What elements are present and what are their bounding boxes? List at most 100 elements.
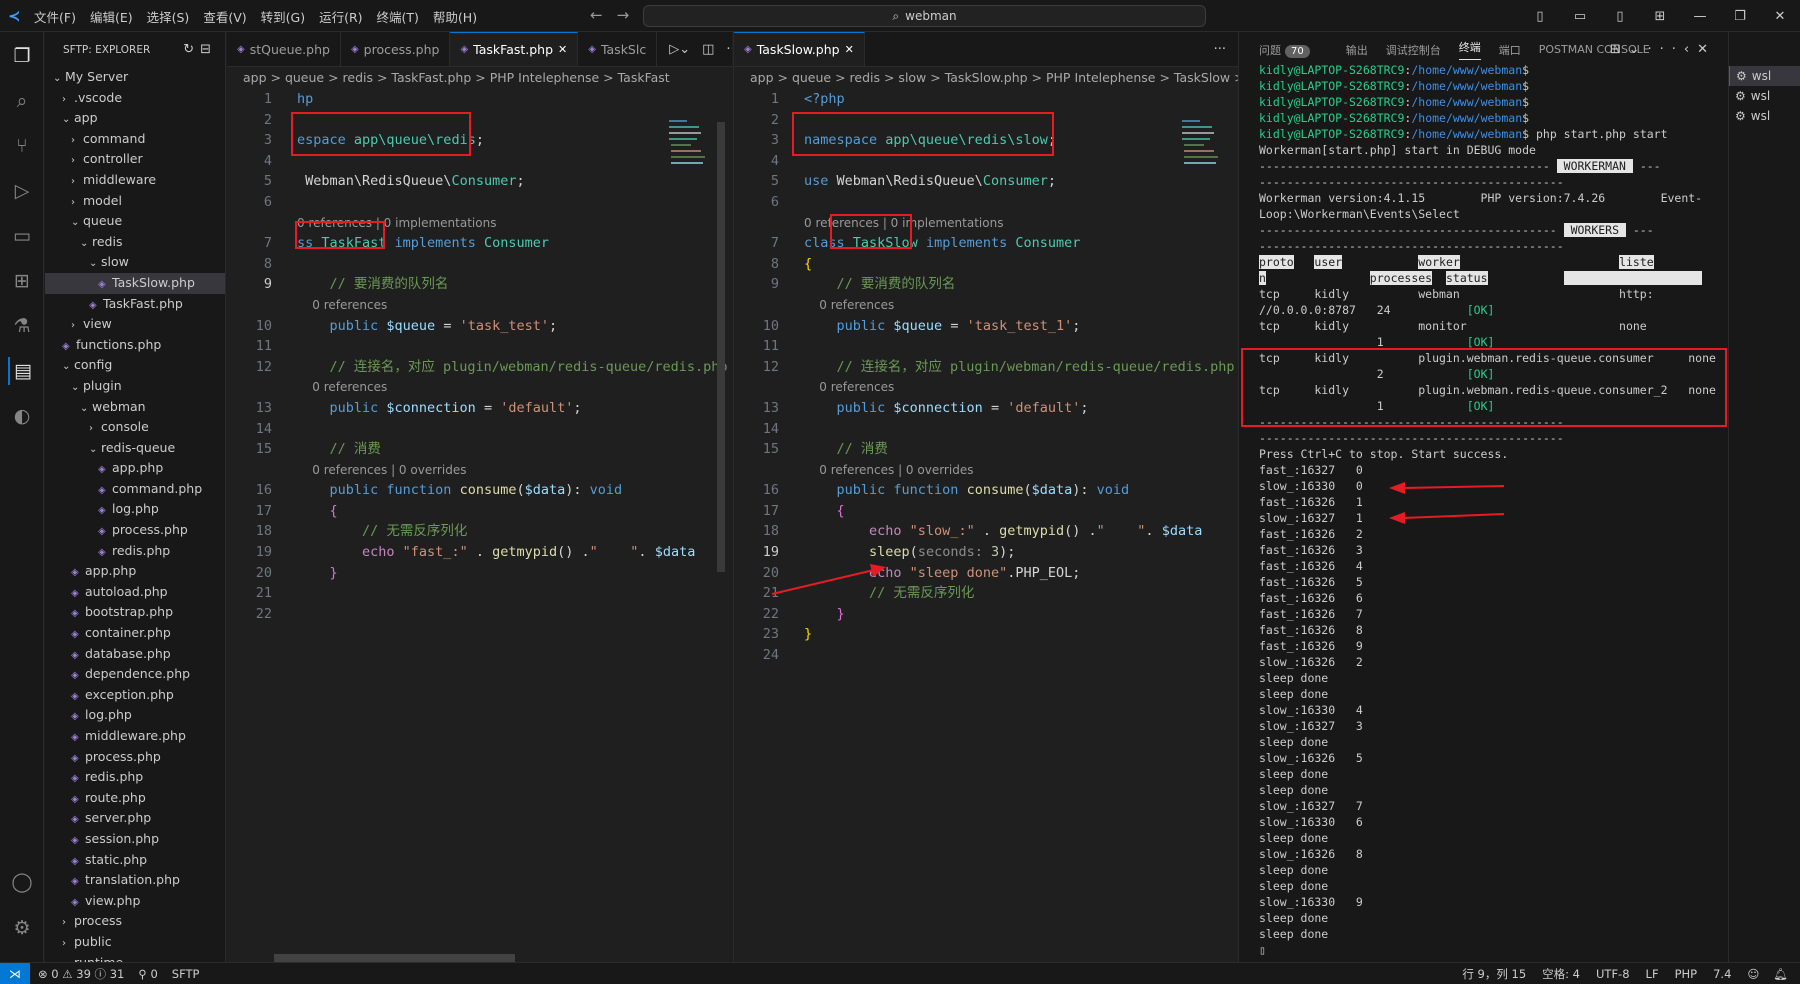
explorer-icon[interactable]: ❐ — [8, 42, 36, 70]
code-line[interactable]: 24 — [734, 645, 1238, 666]
testing-icon[interactable]: ⚗ — [8, 312, 36, 340]
code-line[interactable]: 1 <?php — [734, 89, 1238, 110]
account-icon[interactable]: ◯ — [8, 868, 36, 896]
cursor-position[interactable]: 行 9，列 15 — [1462, 966, 1526, 982]
search-view-icon[interactable]: ⌕ — [8, 87, 36, 115]
end-of-line[interactable]: LF — [1646, 967, 1659, 981]
tree-item[interactable]: ◈ database.php — [45, 644, 225, 665]
collapse-panel-icon[interactable]: ‹ — [1684, 42, 1697, 57]
more-actions-icon[interactable]: ··· — [1214, 42, 1226, 57]
code-line[interactable]: 21 — [227, 583, 732, 604]
editor-tab[interactable]: ◈ TaskSlow.php ✕ — [734, 32, 865, 66]
encoding[interactable]: UTF-8 — [1596, 967, 1630, 981]
tree-item[interactable]: ⌄ plugin — [45, 376, 225, 397]
run-debug-icon[interactable]: ▷ — [8, 177, 36, 205]
php-version[interactable]: 7.4 — [1713, 967, 1731, 981]
language-mode[interactable]: PHP — [1675, 967, 1698, 981]
source-control-icon[interactable]: ⑂ — [8, 132, 36, 160]
code-line[interactable]: 17 { — [227, 501, 732, 522]
minimap[interactable] — [667, 118, 711, 178]
code-line[interactable]: 7 class TaskSlow implements Consumer — [734, 233, 1238, 254]
codelens-text[interactable]: 0 references — [804, 377, 894, 398]
tree-item[interactable]: › middleware — [45, 170, 225, 191]
remote-indicator-icon[interactable]: ⋊ — [0, 962, 30, 984]
tree-item[interactable]: › model — [45, 191, 225, 212]
code-line[interactable]: 16 public function consume($data): void — [734, 480, 1238, 501]
panel-tab[interactable]: 问题 70 — [1259, 42, 1328, 58]
tree-item[interactable]: ◈ log.php — [45, 499, 225, 520]
tree-item[interactable]: ◈ log.php — [45, 705, 225, 726]
tree-item[interactable]: ⌄ config — [45, 355, 225, 376]
codelens[interactable]: 0 references | 0 implementations — [734, 213, 1238, 234]
tree-item[interactable]: ◈ TaskFast.php — [45, 294, 225, 315]
codelens[interactable]: 0 references — [227, 377, 732, 398]
toggle-panel-icon[interactable]: ▭ — [1560, 9, 1600, 24]
code-line[interactable]: 11 — [227, 336, 732, 357]
editor-tab[interactable]: ◈ stQueue.php — [227, 32, 341, 66]
command-center-search[interactable]: ⌕ webman — [643, 5, 1206, 27]
tree-item[interactable]: ⌄ redis-queue — [45, 438, 225, 459]
terminal-layout-icon[interactable]: ⊟⌄ — [1610, 42, 1648, 57]
code-line[interactable]: 8 — [227, 254, 732, 275]
close-window-icon[interactable]: ✕ — [1760, 9, 1800, 24]
tree-item[interactable]: ◈ middleware.php — [45, 726, 225, 747]
back-arrow-icon[interactable]: ← — [590, 6, 617, 24]
code-line[interactable]: 9 // 要消费的队列名 — [227, 274, 732, 295]
tree-item[interactable]: ◈ app.php — [45, 561, 225, 582]
codelens-text[interactable]: 0 references — [804, 295, 894, 316]
tree-item[interactable]: › public — [45, 932, 225, 953]
toggle-sidebar-icon[interactable]: ▯ — [1520, 9, 1560, 24]
terminal-instance[interactable]: ⚙ wsl — [1729, 106, 1800, 126]
code-line[interactable]: 18 // 无需反序列化 — [227, 521, 732, 542]
code-line[interactable]: 10 public $queue = 'task_test_1'; — [734, 316, 1238, 337]
notifications-bell-icon[interactable]: 🔔︎ — [1773, 967, 1788, 981]
menu-item[interactable]: 终端(T) — [371, 7, 425, 26]
indentation[interactable]: 空格: 4 — [1542, 966, 1580, 982]
tree-item[interactable]: ◈ functions.php — [45, 335, 225, 356]
terminal-instance[interactable]: ⚙ wsl — [1729, 86, 1800, 106]
tree-item[interactable]: ◈ redis.php — [45, 767, 225, 788]
code-line[interactable]: 5 Webman\RedisQueue\Consumer; — [227, 171, 732, 192]
code-line[interactable]: 8{ — [734, 254, 1238, 275]
minimize-icon[interactable]: — — [1680, 9, 1720, 24]
code-line[interactable]: 6 — [734, 192, 1238, 213]
code-line[interactable]: 12 // 连接名，对应 plugin/webman/redis-queue/r… — [227, 357, 732, 378]
settings-gear-icon[interactable]: ⚙ — [8, 914, 36, 942]
code-line[interactable]: 22 — [227, 604, 732, 625]
tree-item[interactable]: ◈ exception.php — [45, 685, 225, 706]
codelens-text[interactable]: 0 references — [297, 377, 387, 398]
tree-item[interactable]: ⌄ queue — [45, 211, 225, 232]
tree-item[interactable]: › controller — [45, 149, 225, 170]
tree-item[interactable]: › command — [45, 129, 225, 150]
codelens[interactable]: 0 references | 0 overrides — [734, 460, 1238, 481]
split-editor-icon[interactable]: ◫ — [702, 42, 714, 57]
tree-item[interactable]: ⌄ app — [45, 108, 225, 129]
editor-tab[interactable]: ◈ TaskFast.php ✕ — [450, 32, 579, 66]
codelens-text[interactable]: 0 references | 0 overrides — [297, 460, 466, 481]
code-line[interactable]: 20 } — [227, 563, 732, 584]
code-line[interactable]: 12 // 连接名，对应 plugin/webman/redis-queue/r… — [734, 357, 1238, 378]
tree-item[interactable]: ⌄ redis — [45, 232, 225, 253]
editor-tab[interactable]: ◈ process.php — [341, 32, 451, 66]
close-tab-icon[interactable]: ✕ — [845, 43, 854, 56]
tree-item[interactable]: ⌄ slow — [45, 252, 225, 273]
tree-item[interactable]: ◈ autoload.php — [45, 582, 225, 603]
code-line[interactable]: 19 echo "fast_:" . getmypid() ." ". $dat… — [227, 542, 732, 563]
tree-item[interactable]: ◈ TaskSlow.php — [45, 272, 225, 294]
tree-item[interactable]: ◈ container.php — [45, 623, 225, 644]
menu-item[interactable]: 文件(F) — [28, 7, 82, 26]
run-icon[interactable]: ▷⌄ — [669, 42, 690, 57]
tree-item[interactable]: ◈ command.php — [45, 479, 225, 500]
tree-item[interactable]: ⌄ My Server — [45, 67, 225, 88]
close-panel-icon[interactable]: ✕ — [1697, 42, 1716, 57]
copilot-icon[interactable]: ☺ — [1747, 967, 1759, 981]
postman-icon[interactable]: ◐ — [8, 402, 36, 430]
code-line[interactable]: 1 hp — [227, 89, 732, 110]
code-line[interactable]: 23} — [734, 624, 1238, 645]
code-line[interactable]: 17 { — [734, 501, 1238, 522]
editor1-breadcrumb[interactable]: app > queue > redis > TaskFast.php > PHP… — [227, 67, 732, 89]
more-actions-icon[interactable]: ··· — [726, 42, 732, 57]
tree-item[interactable]: › view — [45, 314, 225, 335]
tree-item[interactable]: ›runtime — [45, 953, 225, 962]
tree-item[interactable]: ◈ translation.php — [45, 870, 225, 891]
